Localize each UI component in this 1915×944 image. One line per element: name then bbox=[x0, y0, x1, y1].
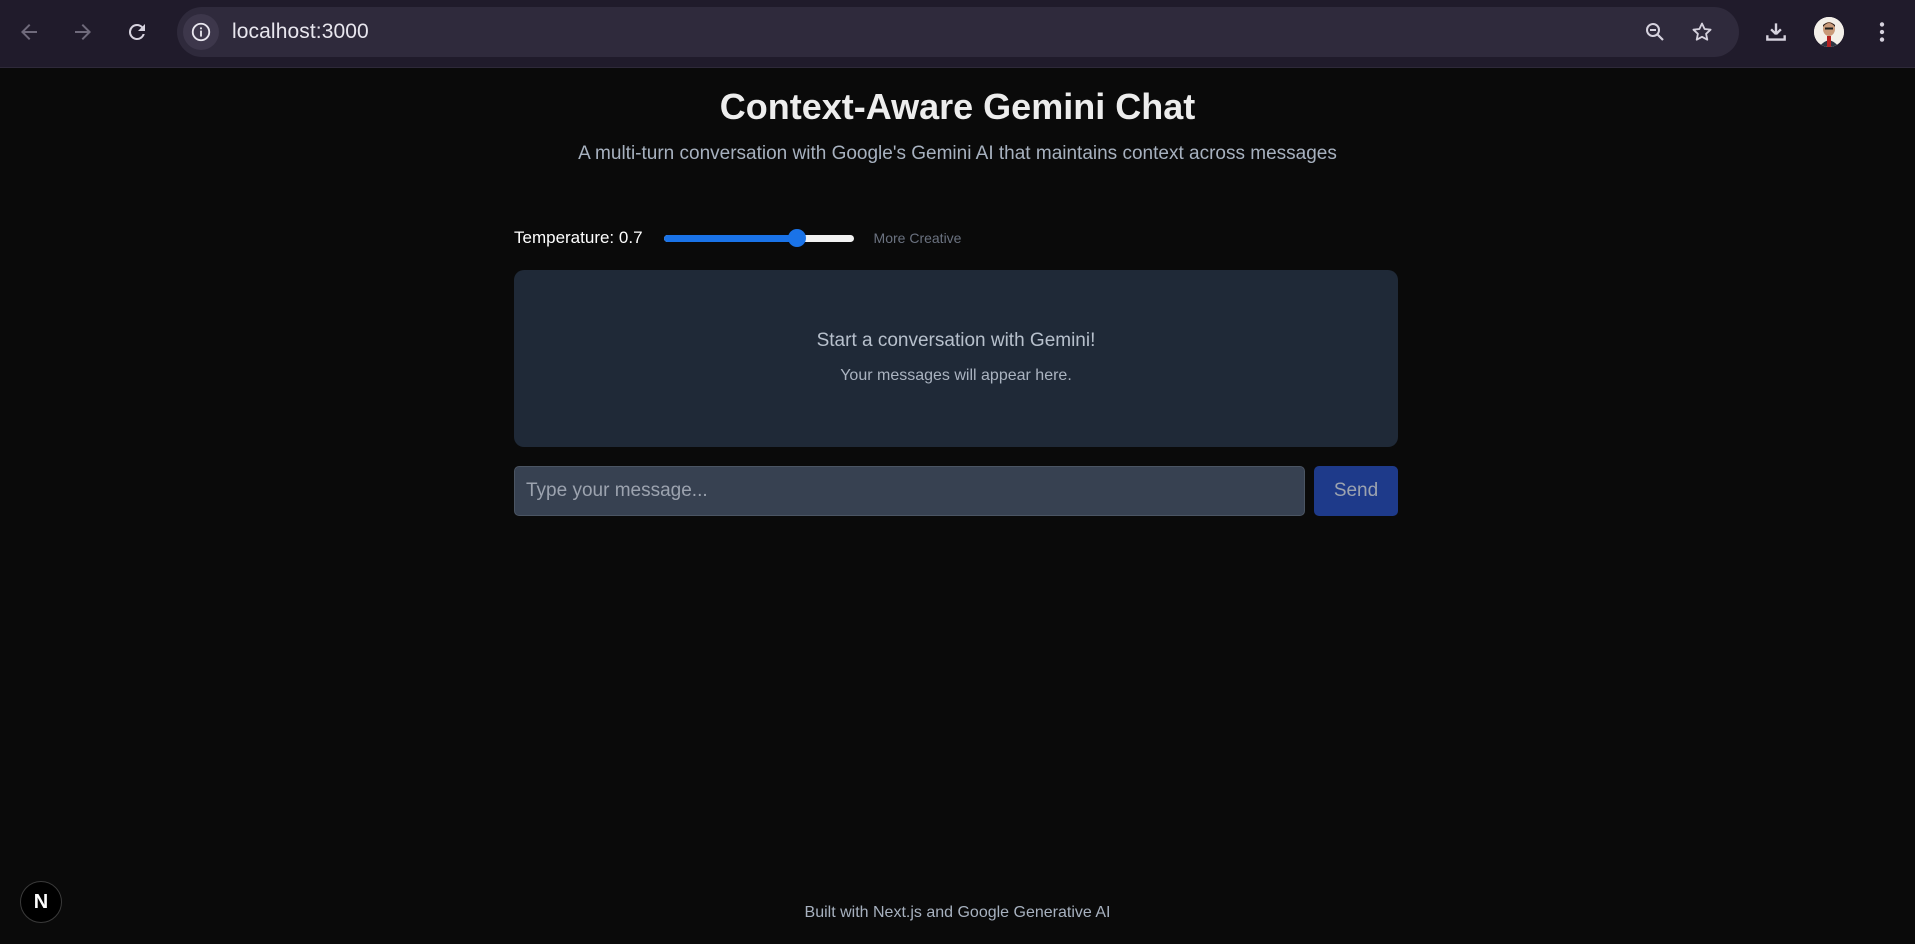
footer-text: Built with Next.js and Google Generative… bbox=[804, 904, 1111, 921]
temperature-control: Temperature: 0.7 More Creative bbox=[514, 226, 961, 250]
downloads-button[interactable] bbox=[1758, 14, 1794, 50]
temperature-label: Temperature: 0.7 bbox=[514, 228, 643, 248]
reload-button[interactable] bbox=[119, 14, 155, 50]
page-title: Context-Aware Gemini Chat bbox=[719, 86, 1196, 127]
zoom-button[interactable] bbox=[1639, 16, 1671, 48]
download-icon bbox=[1766, 23, 1786, 41]
page-subtitle: A multi-turn conversation with Google's … bbox=[578, 143, 1337, 164]
temperature-hint: More Creative bbox=[873, 230, 962, 246]
forward-button[interactable] bbox=[65, 14, 101, 50]
temperature-value: 0.7 bbox=[618, 228, 643, 247]
empty-state-title: Start a conversation with Gemini! bbox=[816, 330, 1096, 351]
temperature-slider[interactable] bbox=[663, 229, 854, 247]
back-button[interactable] bbox=[11, 14, 47, 50]
forward-icon bbox=[75, 24, 91, 40]
address-bar[interactable]: localhost:3000 bbox=[177, 7, 1739, 57]
bookmark-star-icon bbox=[1692, 22, 1712, 41]
empty-state-subtitle: Your messages will appear here. bbox=[840, 367, 1072, 384]
temperature-label-text: Temperature: bbox=[514, 228, 615, 247]
profile-photo-icon bbox=[1814, 17, 1844, 47]
avatar[interactable] bbox=[1814, 17, 1844, 47]
chat-messages-panel: Start a conversation with Gemini! Your m… bbox=[514, 270, 1398, 447]
send-button[interactable]: Send bbox=[1314, 466, 1398, 516]
url-text[interactable]: localhost:3000 bbox=[232, 20, 369, 44]
browser-menu-button[interactable] bbox=[1864, 14, 1900, 50]
browser-toolbar: localhost:3000 bbox=[0, 0, 1915, 68]
slider-thumb[interactable] bbox=[787, 229, 806, 247]
reload-icon bbox=[128, 23, 145, 40]
slider-fill bbox=[663, 235, 797, 242]
site-info-button[interactable] bbox=[183, 14, 219, 50]
menu-kebab-icon bbox=[1879, 22, 1885, 42]
back-icon bbox=[21, 24, 37, 40]
zoom-icon bbox=[1646, 23, 1664, 41]
bookmark-button[interactable] bbox=[1686, 16, 1718, 48]
site-info-icon bbox=[191, 22, 211, 42]
message-input[interactable] bbox=[514, 466, 1305, 516]
